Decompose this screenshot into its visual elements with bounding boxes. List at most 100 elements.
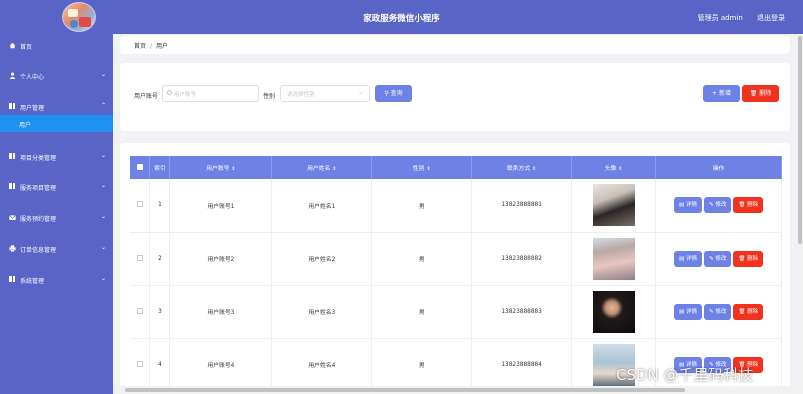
sidebar-item-service-items[interactable]: 服务项目管理 ⌄ bbox=[0, 179, 113, 193]
document-icon: ▤ bbox=[678, 202, 685, 209]
document-icon: ▤ bbox=[678, 308, 685, 315]
row-checkbox[interactable] bbox=[136, 201, 143, 208]
mail-icon bbox=[9, 214, 16, 220]
delete-button[interactable]: 🗑 删除 bbox=[733, 250, 764, 267]
add-button[interactable]: + 新增 bbox=[703, 85, 740, 102]
cell-avatar bbox=[571, 232, 657, 286]
delete-button-label: 删除 bbox=[747, 255, 759, 262]
trash-icon: 🗑 bbox=[738, 202, 746, 209]
cell-name: 用户姓名2 bbox=[271, 232, 373, 286]
cell-index: 2 bbox=[149, 232, 171, 286]
sort-icon[interactable]: ⇕ bbox=[618, 166, 622, 172]
edit-button-label: 修改 bbox=[715, 255, 727, 262]
cell-account: 用户账号3 bbox=[169, 285, 273, 339]
column-header-avatar[interactable]: 头像 ⇕ bbox=[571, 156, 657, 179]
sidebar-subitem-label: 用户 bbox=[19, 122, 32, 129]
sidebar-item-orders[interactable]: 订单信息管理 ⌄ bbox=[0, 241, 113, 255]
sort-icon[interactable]: ⇕ bbox=[231, 166, 235, 172]
edit-button[interactable]: ✎ 修改 bbox=[703, 197, 732, 214]
trash-icon: 🗑 bbox=[738, 308, 746, 315]
search-button[interactable]: ⚲ 查询 bbox=[375, 85, 412, 102]
document-icon: ▤ bbox=[678, 255, 685, 262]
sort-icon[interactable]: ⇕ bbox=[332, 166, 336, 172]
delete-button[interactable]: 🗑 删除 bbox=[733, 303, 764, 320]
select-all-checkbox[interactable] bbox=[136, 163, 143, 170]
sort-icon[interactable]: ⇕ bbox=[532, 166, 536, 172]
sort-icon[interactable]: ⇕ bbox=[426, 166, 430, 172]
cell-account: 用户账号4 bbox=[169, 338, 273, 392]
column-header-label: 头像 bbox=[604, 166, 617, 172]
cell-account: 用户账号2 bbox=[169, 232, 273, 286]
chevron-down-icon: ⌄ bbox=[100, 275, 106, 282]
batch-delete-button[interactable]: 🗑 删除 bbox=[742, 85, 779, 102]
grid-icon bbox=[9, 153, 16, 159]
vertical-scrollbar[interactable] bbox=[797, 34, 803, 394]
avatar bbox=[592, 290, 635, 333]
sidebar-item-user-management[interactable]: 用户管理 ⌃ bbox=[0, 99, 113, 113]
cell-gender: 男 bbox=[371, 285, 473, 339]
home-icon bbox=[9, 42, 16, 49]
column-header-gender[interactable]: 性别 ⇕ bbox=[371, 156, 473, 179]
detail-button[interactable]: ▤ 详情 bbox=[673, 303, 702, 320]
chevron-down-icon: ⌄ bbox=[100, 244, 106, 251]
row-checkbox[interactable] bbox=[136, 360, 143, 367]
cell-avatar bbox=[571, 285, 657, 339]
cell-index: 4 bbox=[149, 338, 171, 392]
detail-button[interactable]: ▤ 详情 bbox=[673, 197, 702, 214]
sidebar-item-home[interactable]: 首页 bbox=[0, 38, 113, 52]
logout-link[interactable]: 退出登录 bbox=[757, 14, 785, 22]
edit-button[interactable]: ✎ 修改 bbox=[703, 250, 732, 267]
edit-button[interactable]: ✎ 修改 bbox=[703, 303, 732, 320]
cell-phone: 13823888882 bbox=[471, 232, 573, 286]
chevron-up-icon: ⌃ bbox=[100, 102, 106, 109]
cell-actions: ▤ 详情 ✎ 修改 🗑 删除 bbox=[655, 285, 782, 339]
row-select-cell bbox=[130, 338, 151, 392]
avatar bbox=[592, 184, 635, 227]
sidebar-item-label: 项目分类管理 bbox=[20, 155, 57, 162]
batch-delete-button-label: 删除 bbox=[759, 90, 772, 97]
horizontal-scrollbar[interactable] bbox=[113, 386, 797, 394]
table-card: 索引 用户账号 ⇕ 用户姓名 ⇕ 性别 ⇕ 联系方式 ⇕ 头像 ⇕ 操作 1 用户账号1 … bbox=[120, 143, 790, 394]
app-title: 家政服务微信小程序 bbox=[363, 14, 440, 24]
vertical-scrollbar-thumb[interactable] bbox=[798, 36, 802, 244]
user-icon bbox=[9, 72, 16, 79]
horizontal-scrollbar-thumb[interactable] bbox=[125, 388, 685, 392]
detail-button-label: 详情 bbox=[685, 202, 697, 209]
column-header-label: 联系方式 bbox=[506, 166, 531, 172]
sidebar-item-label: 用户管理 bbox=[20, 105, 45, 112]
detail-button[interactable]: ▤ 详情 bbox=[673, 250, 702, 267]
row-checkbox[interactable] bbox=[136, 307, 143, 314]
search-icon bbox=[167, 90, 172, 95]
edit-button-label: 修改 bbox=[715, 308, 727, 315]
sidebar-item-profile[interactable]: 个人中心 ⌄ bbox=[0, 68, 113, 82]
sidebar-item-category[interactable]: 项目分类管理 ⌄ bbox=[0, 149, 113, 163]
cell-actions: ▤ 详情 ✎ 修改 🗑 删除 bbox=[655, 232, 782, 286]
user-area: 管理员 admin 退出登录 bbox=[686, 13, 785, 23]
breadcrumb-home[interactable]: 首页 bbox=[134, 43, 146, 50]
edit-button-label: 修改 bbox=[715, 202, 727, 209]
select-all-header bbox=[130, 156, 151, 179]
grid-icon bbox=[9, 276, 16, 282]
sidebar-item-appointments[interactable]: 服务预约管理 ⌄ bbox=[0, 210, 113, 224]
sidebar-item-label: 订单信息管理 bbox=[20, 247, 57, 254]
sidebar-subitem-users[interactable]: 用户 bbox=[0, 115, 113, 132]
chevron-down-icon: ⌄ bbox=[100, 182, 106, 189]
row-checkbox[interactable] bbox=[136, 254, 143, 261]
avatar bbox=[592, 237, 635, 280]
delete-button[interactable]: 🗑 删除 bbox=[733, 197, 764, 214]
column-header-name[interactable]: 用户姓名 ⇕ bbox=[271, 156, 373, 179]
printer-icon bbox=[9, 245, 16, 252]
column-header-phone[interactable]: 联系方式 ⇕ bbox=[471, 156, 573, 179]
account-filter-label: 用户账号 bbox=[134, 93, 159, 100]
column-header-account[interactable]: 用户账号 ⇕ bbox=[169, 156, 273, 179]
sidebar-item-label: 服务项目管理 bbox=[20, 185, 57, 192]
sidebar-item-system[interactable]: 系统管理 ⌄ bbox=[0, 272, 113, 286]
cell-name: 用户姓名1 bbox=[271, 179, 373, 233]
cell-gender: 男 bbox=[371, 179, 473, 233]
cell-account: 用户账号1 bbox=[169, 179, 273, 233]
sidebar-item-label: 服务预约管理 bbox=[20, 216, 57, 223]
account-search-input[interactable]: 用户账号 bbox=[162, 85, 259, 102]
gender-select[interactable]: 请选择性别 ⌄ bbox=[280, 85, 370, 102]
sidebar-item-label: 首页 bbox=[20, 44, 33, 51]
column-header-actions: 操作 bbox=[655, 156, 782, 179]
